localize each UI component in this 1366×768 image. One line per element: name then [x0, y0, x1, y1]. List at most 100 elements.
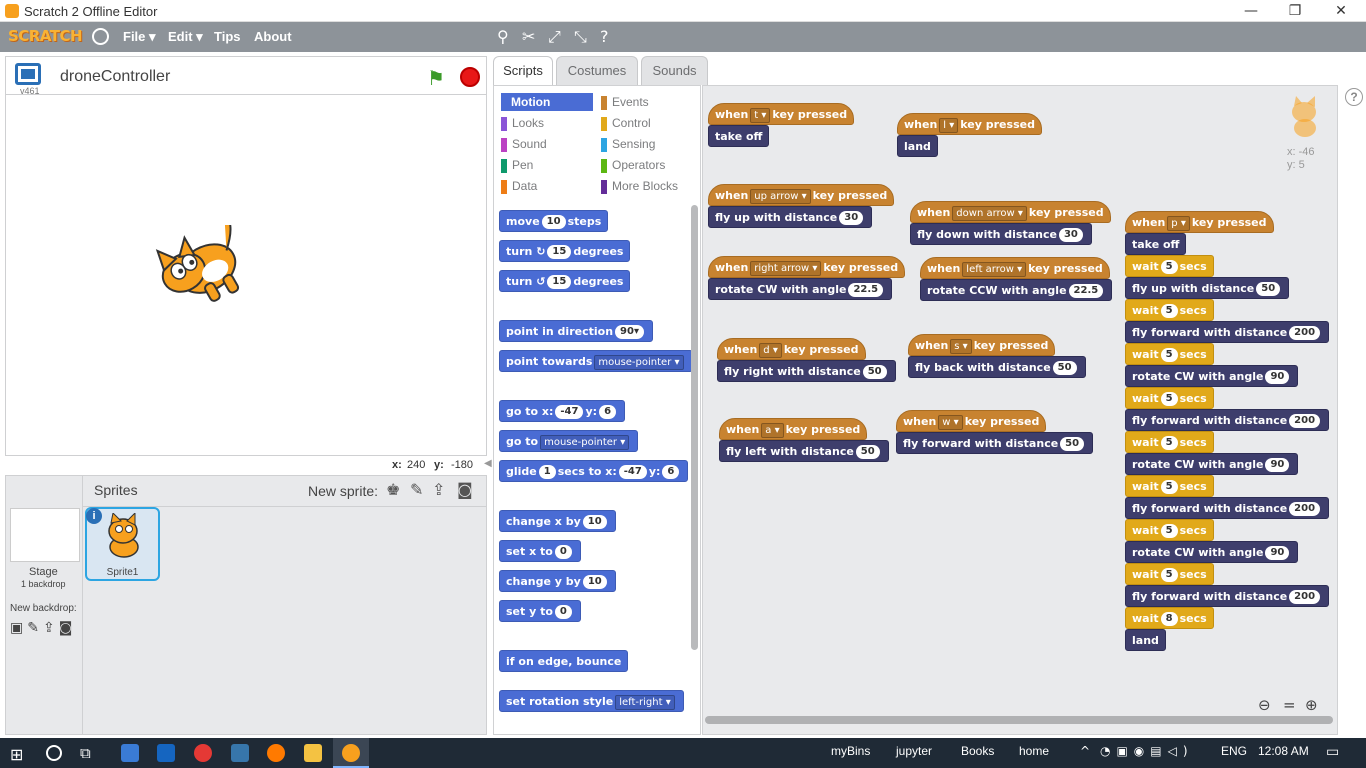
backdrop-tools-icons[interactable]: ▣✎⇪◙: [10, 620, 76, 636]
land-block[interactable]: land: [897, 135, 938, 157]
when-key-hat-p[interactable]: when p ▾ key pressed: [1125, 211, 1274, 233]
stop-icon[interactable]: [460, 67, 480, 87]
edit-menu[interactable]: Edit ▾: [168, 29, 203, 45]
seq-wait-block[interactable]: wait 5 secs: [1125, 299, 1214, 321]
firefox-icon[interactable]: [267, 744, 285, 762]
glide-block[interactable]: glide 1 secs to x: -47 y: 6: [499, 460, 689, 482]
language-indicator[interactable]: ENG: [1221, 744, 1247, 758]
seq-fly-forward-block[interactable]: fly forward with distance 200: [1125, 497, 1330, 519]
python-icon[interactable]: [231, 744, 249, 762]
taskbar-link-home[interactable]: home: [1019, 744, 1049, 758]
rotate-ccw-block[interactable]: rotate CCW with angle 22.5: [920, 279, 1113, 301]
file-explorer-icon[interactable]: [304, 744, 322, 762]
set-x-block[interactable]: set x to 0: [499, 540, 581, 562]
upload-sprite-icon[interactable]: ⇪: [432, 480, 445, 499]
seq-takeoff-block[interactable]: take off: [1125, 233, 1187, 255]
when-key-hat-up[interactable]: when up arrow ▾ key pressed: [708, 184, 895, 206]
when-key-hat-l[interactable]: when l ▾ key pressed: [897, 113, 1042, 135]
grow-icon[interactable]: ⤢: [548, 27, 561, 47]
choose-sprite-icon[interactable]: ♚: [386, 480, 400, 499]
zoom-out-icon[interactable]: ⊖: [1258, 696, 1271, 714]
when-key-hat-t[interactable]: when t ▾ key pressed: [708, 103, 855, 125]
when-key-hat-d[interactable]: when d ▾ key pressed: [717, 338, 866, 360]
when-key-hat-right[interactable]: when right arrow ▾ key pressed: [708, 256, 906, 278]
seq-fly-up-block[interactable]: fly up with distance 50: [1125, 277, 1290, 299]
file-menu[interactable]: File ▾: [123, 29, 156, 45]
taskbar-link-books[interactable]: Books: [961, 744, 994, 758]
tab-scripts[interactable]: Scripts: [493, 56, 553, 86]
point-direction-block[interactable]: point in direction 90▾: [499, 320, 653, 342]
move-steps-block[interactable]: move 10 steps: [499, 210, 609, 232]
when-key-hat-w[interactable]: when w ▾ key pressed: [896, 410, 1047, 432]
fullscreen-icon[interactable]: [15, 63, 41, 85]
rotate-cw-block[interactable]: rotate CW with angle 22.5: [708, 278, 893, 300]
clock[interactable]: 12:08 AM: [1258, 744, 1309, 758]
seq-fly-forward-block[interactable]: fly forward with distance 200: [1125, 321, 1330, 343]
goto-xy-block[interactable]: go to x: -47 y: 6: [499, 400, 626, 422]
green-flag-icon[interactable]: ⚑: [427, 66, 445, 90]
taskbar-link-mybins[interactable]: myBins: [831, 744, 870, 758]
seq-wait-block[interactable]: wait 5 secs: [1125, 343, 1214, 365]
taskbar-link-jupyter[interactable]: jupyter: [896, 744, 932, 758]
fly-down-block[interactable]: fly down with distance 30: [910, 223, 1092, 245]
turn-ccw-block[interactable]: turn ↺ 15 degrees: [499, 270, 631, 292]
category-motion[interactable]: Motion: [501, 93, 593, 111]
category-operators[interactable]: Operators: [601, 158, 665, 173]
tips-menu[interactable]: Tips: [214, 29, 241, 44]
turn-cw-block[interactable]: turn ↻ 15 degrees: [499, 240, 631, 262]
paint-sprite-icon[interactable]: ✎: [410, 480, 423, 499]
task-view-icon[interactable]: ⧉: [80, 744, 91, 762]
scripts-scrollbar[interactable]: [705, 716, 1333, 724]
category-sound[interactable]: Sound: [501, 137, 547, 152]
seq-rotate-cw-block[interactable]: rotate CW with angle 90: [1125, 453, 1299, 475]
shrink-icon[interactable]: ⤡: [574, 27, 587, 47]
scratch-taskbar-button[interactable]: [333, 738, 369, 768]
seq-wait-block[interactable]: wait 8 secs: [1125, 607, 1214, 629]
point-towards-block[interactable]: point towards mouse-pointer ▾: [499, 350, 693, 372]
fly-left-block[interactable]: fly left with distance 50: [719, 440, 889, 462]
takeoff-block[interactable]: take off: [708, 125, 770, 147]
duplicate-icon[interactable]: ⚲: [497, 27, 509, 46]
sprite1-tile[interactable]: i Sprite1: [85, 507, 160, 581]
collapse-arrow-icon[interactable]: ◀: [484, 458, 492, 474]
when-key-hat-down[interactable]: when down arrow ▾ key pressed: [910, 201, 1111, 223]
when-key-hat-s[interactable]: when s ▾ key pressed: [908, 334, 1056, 356]
notifications-icon[interactable]: ▭: [1326, 744, 1339, 760]
keyboard-app-icon[interactable]: [121, 744, 139, 762]
seq-wait-block[interactable]: wait 5 secs: [1125, 563, 1214, 585]
fly-up-block[interactable]: fly up with distance 30: [708, 206, 873, 228]
fly-back-block[interactable]: fly back with distance 50: [908, 356, 1086, 378]
seq-wait-block[interactable]: wait 5 secs: [1125, 475, 1214, 497]
set-y-block[interactable]: set y to 0: [499, 600, 581, 622]
category-pen[interactable]: Pen: [501, 158, 533, 173]
rotation-style-block[interactable]: set rotation style left-right ▾: [499, 690, 684, 712]
tab-sounds[interactable]: Sounds: [641, 56, 708, 85]
category-events[interactable]: Events: [601, 95, 649, 110]
change-y-block[interactable]: change y by 10: [499, 570, 616, 592]
seq-fly-forward-block[interactable]: fly forward with distance 200: [1125, 409, 1330, 431]
tab-costumes[interactable]: Costumes: [556, 56, 638, 85]
tray-icons[interactable]: ◔▣◉▤◁): [1100, 744, 1194, 758]
cat-sprite[interactable]: [144, 225, 260, 311]
help-tips-icon[interactable]: ?: [1345, 88, 1363, 106]
seq-wait-block[interactable]: wait 5 secs: [1125, 519, 1214, 541]
stage-thumbnail[interactable]: [10, 508, 80, 562]
palette-scrollbar[interactable]: [691, 205, 698, 650]
category-looks[interactable]: Looks: [501, 116, 544, 131]
restore-button[interactable]: ❐: [1272, 0, 1318, 22]
category-more-blocks[interactable]: More Blocks: [601, 179, 678, 194]
seq-wait-block[interactable]: wait 5 secs: [1125, 387, 1214, 409]
category-data[interactable]: Data: [501, 179, 537, 194]
tray-expand-icon[interactable]: ^: [1080, 744, 1090, 758]
change-x-block[interactable]: change x by 10: [499, 510, 616, 532]
when-key-hat-left[interactable]: when left arrow ▾ key pressed: [920, 257, 1110, 279]
category-control[interactable]: Control: [601, 116, 651, 131]
when-key-hat-a[interactable]: when a ▾ key pressed: [719, 418, 868, 440]
minimize-button[interactable]: —: [1228, 0, 1274, 22]
seq-rotate-cw-block[interactable]: rotate CW with angle 90: [1125, 541, 1299, 563]
chrome-icon[interactable]: [194, 744, 212, 762]
goto-block[interactable]: go to mouse-pointer ▾: [499, 430, 639, 452]
fly-right-block[interactable]: fly right with distance 50: [717, 360, 896, 382]
project-name[interactable]: droneController: [60, 68, 170, 86]
cortana-icon[interactable]: [46, 745, 62, 761]
